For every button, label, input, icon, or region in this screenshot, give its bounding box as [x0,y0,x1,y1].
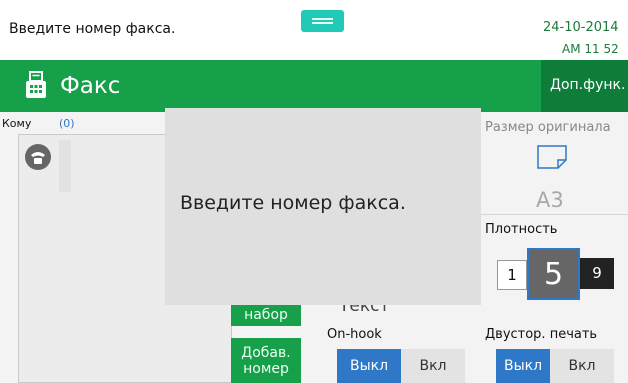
density-low[interactable]: 1 [497,260,527,290]
original-size-label: Размер оригинала [485,120,611,135]
destination-count: (0) [59,117,75,130]
duplex-label: Двустор. печать [485,327,598,342]
more-functions-label: Доп.функ. [550,77,626,93]
add-number-label-1: Добав. [241,345,291,361]
speed-dial-button[interactable]: набор [231,304,301,326]
original-size-value[interactable]: A3 [536,188,564,212]
density-label: Плотность [485,222,558,237]
status-message: Введите номер факса. [9,21,176,37]
duplex-on-toggle[interactable]: Вкл [550,349,614,383]
more-functions-button[interactable]: Доп.функ. [541,60,628,112]
fax-icon [26,71,46,98]
add-number-button[interactable]: Добав. номер [231,338,301,383]
onhook-label: On-hook [327,327,382,342]
density-high[interactable]: 9 [580,258,614,289]
handle-line-icon [312,22,333,24]
pull-down-handle[interactable] [301,10,344,32]
paper-size-icon [537,145,567,169]
onhook-off-toggle[interactable]: Выкл [337,349,401,383]
divider [480,214,628,215]
status-time: AM 11 52 [562,42,619,56]
onhook-on-toggle[interactable]: Вкл [401,349,465,383]
page-title: Факс [60,73,121,99]
popup-message: Введите номер факса. [180,192,406,214]
message-popup[interactable]: Введите номер факса. [165,108,481,305]
status-date: 24-10-2014 [543,20,619,35]
duplex-off-toggle[interactable]: Выкл [496,349,550,383]
status-bar: Введите номер факса. 24-10-2014 AM 11 52 [0,0,628,60]
app-header: Факс Доп.функ. [0,60,628,112]
add-number-label-2: номер [243,361,289,377]
handle-line-icon [312,18,333,20]
address-book-icon[interactable] [24,143,52,171]
destination-label: Кому [2,117,32,130]
density-current[interactable]: 5 [527,248,580,300]
fax-screen: Введите номер факса. 24-10-2014 AM 11 52… [0,0,628,383]
destination-scroll-marker [59,140,71,192]
